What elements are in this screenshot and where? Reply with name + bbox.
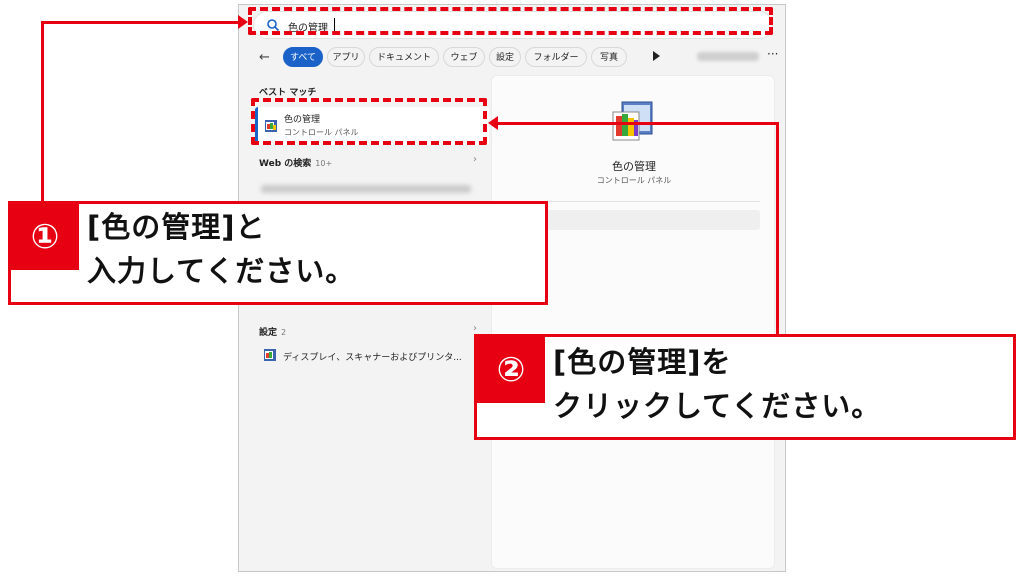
callout-2-line-2: クリックしてください。 xyxy=(553,389,882,423)
settings-header-label: 設定 xyxy=(259,328,278,338)
connector-arrow-2-icon xyxy=(488,116,498,130)
connector-line-2-horizontal xyxy=(496,122,779,125)
web-search-count: 10+ xyxy=(315,159,333,168)
display-settings-icon xyxy=(264,349,276,361)
web-search-chevron-icon[interactable]: › xyxy=(473,154,477,165)
tab-apps[interactable]: アプリ xyxy=(327,47,365,67)
instruction-callout-2: ② [色の管理]を クリックしてください。 xyxy=(474,334,1016,440)
settings-header: 設定 2 xyxy=(259,325,286,338)
more-tabs-play-icon[interactable] xyxy=(653,51,660,61)
filter-tabs: ← すべて アプリ ドキュメント ウェブ 設定 フォルダー 写真 ··· xyxy=(253,47,783,69)
tab-documents[interactable]: ドキュメント xyxy=(369,47,439,67)
settings-item-label: ディスプレイ、スキャナーおよびプリンタ... xyxy=(283,353,462,363)
tab-photos[interactable]: 写真 xyxy=(591,47,627,67)
callout-1-line-1: [色の管理]と xyxy=(87,210,266,244)
web-search-header-label: Web の検索 xyxy=(259,159,312,169)
screenshot-stage: 色の管理 ← すべて アプリ ドキュメント ウェブ 設定 フォルダー 写真 ··… xyxy=(0,0,1024,576)
highlight-search-box xyxy=(248,7,773,35)
web-search-header: Web の検索 10+ xyxy=(259,156,332,169)
step-number-1: ① xyxy=(11,204,79,270)
preview-title: 色の管理 xyxy=(612,160,656,173)
tab-settings[interactable]: 設定 xyxy=(489,47,521,67)
tab-web[interactable]: ウェブ xyxy=(443,47,485,67)
highlight-best-match xyxy=(251,98,487,145)
connector-arrow-1-icon xyxy=(238,15,248,29)
settings-chevron-icon[interactable]: › xyxy=(473,323,477,334)
more-options-icon[interactable]: ··· xyxy=(767,47,778,61)
connector-line-2-vertical xyxy=(776,122,779,336)
settings-count: 2 xyxy=(281,328,287,337)
connector-line-1-vertical xyxy=(41,21,44,205)
step-number-2: ② xyxy=(477,337,545,403)
web-result-blurred[interactable] xyxy=(261,185,471,193)
callout-2-line-1: [色の管理]を xyxy=(553,345,732,379)
instruction-callout-1: ① [色の管理]と 入力してください。 xyxy=(8,201,548,305)
tab-folders[interactable]: フォルダー xyxy=(525,47,587,67)
best-match-header: ベスト マッチ xyxy=(259,88,317,98)
tab-all[interactable]: すべて xyxy=(283,47,323,67)
preview-pane: 色の管理 コントロール パネル xyxy=(491,75,775,569)
callout-1-line-2: 入力してください。 xyxy=(87,254,356,288)
account-name-blurred xyxy=(697,52,759,61)
connector-line-1-horizontal xyxy=(41,21,241,24)
preview-subtitle: コントロール パネル xyxy=(596,176,672,185)
back-arrow-icon[interactable]: ← xyxy=(259,50,270,65)
